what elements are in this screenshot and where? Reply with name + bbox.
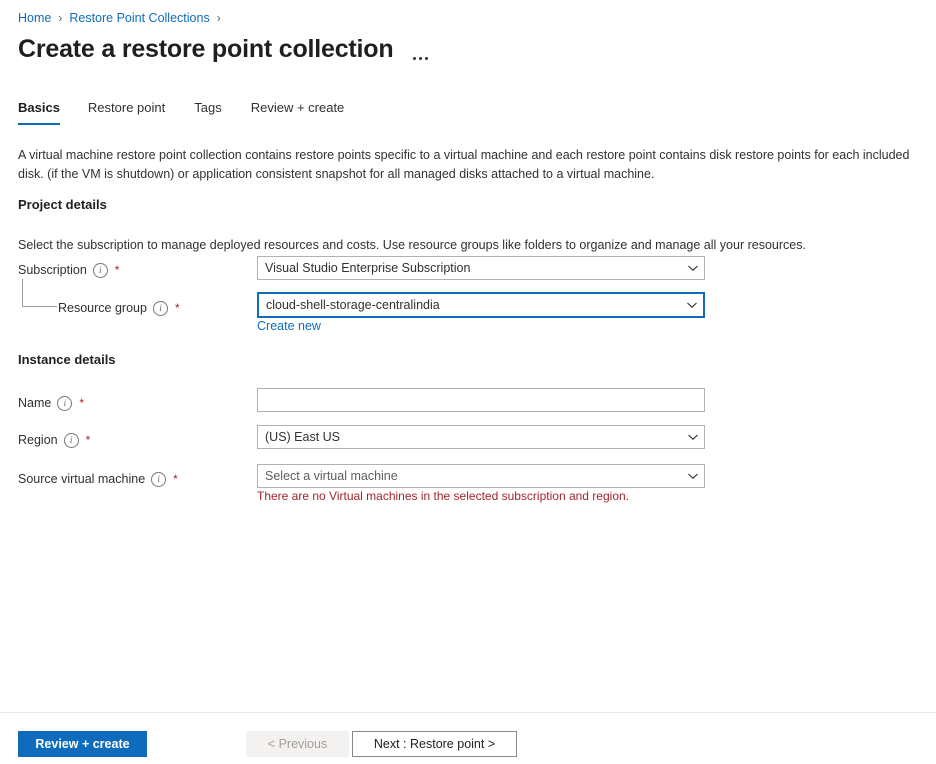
source-virtual-machine-dropdown-value: Select a virtual machine [265,467,681,485]
tab-tags[interactable]: Tags [194,99,236,125]
chevron-down-icon [687,262,699,274]
info-icon[interactable]: i [57,396,72,411]
region-dropdown-value: (US) East US [265,428,681,446]
resource-group-dropdown[interactable]: cloud-shell-storage-centralindia [257,292,705,318]
dot-icon [419,57,422,60]
breadcrumb-item-restore-point-collections[interactable]: Restore Point Collections [69,10,209,26]
info-icon[interactable]: i [93,263,108,278]
breadcrumb-separator-icon: › [58,10,62,26]
label-name: Name i * [18,394,84,412]
wizard-tablist: Basics Restore point Tags Review + creat… [18,99,373,125]
required-asterisk: * [79,397,84,409]
page-title: Create a restore point collection [18,33,393,65]
required-asterisk: * [173,473,178,485]
section-subtext-project-details: Select the subscription to manage deploy… [18,236,806,254]
label-source-virtual-machine-text: Source virtual machine [18,470,145,488]
breadcrumb-separator-icon: › [217,10,221,26]
wizard-footer: Review + create < Previous Next : Restor… [0,713,936,764]
label-region-text: Region [18,431,58,449]
dot-icon [413,57,416,60]
info-icon[interactable]: i [153,301,168,316]
required-asterisk: * [86,434,91,446]
label-source-virtual-machine: Source virtual machine i * [18,470,178,488]
tab-review-create[interactable]: Review + create [251,99,360,125]
previous-button: < Previous [246,731,349,757]
label-name-text: Name [18,394,51,412]
chevron-down-icon [686,299,698,311]
required-asterisk: * [115,264,120,276]
next-restore-point-button[interactable]: Next : Restore point > [352,731,517,757]
more-commands-icon[interactable] [413,34,428,65]
chevron-down-icon [687,470,699,482]
subscription-dropdown-value: Visual Studio Enterprise Subscription [265,259,681,277]
required-asterisk: * [175,302,180,314]
page-description: A virtual machine restore point collecti… [18,146,936,184]
source-virtual-machine-dropdown[interactable]: Select a virtual machine [257,464,705,488]
label-subscription-text: Subscription [18,261,87,279]
source-virtual-machine-error-message: There are no Virtual machines in the sel… [257,488,629,504]
create-new-resource-group-link[interactable]: Create new [257,318,321,334]
breadcrumb-item-home[interactable]: Home [18,10,51,26]
section-heading-project-details: Project details [18,197,107,212]
label-resource-group: Resource group i * [58,299,180,317]
label-resource-group-text: Resource group [58,299,147,317]
tab-restore-point[interactable]: Restore point [88,99,180,125]
label-subscription: Subscription i * [18,261,119,279]
review-create-button[interactable]: Review + create [18,731,147,757]
info-icon[interactable]: i [64,433,79,448]
section-heading-instance-details: Instance details [18,352,116,367]
dot-icon [425,57,428,60]
label-region: Region i * [18,431,90,449]
tab-basics[interactable]: Basics [18,99,70,125]
name-input[interactable] [257,388,705,412]
chevron-down-icon [687,431,699,443]
breadcrumb: Home › Restore Point Collections › [18,10,221,26]
region-dropdown[interactable]: (US) East US [257,425,705,449]
subscription-dropdown[interactable]: Visual Studio Enterprise Subscription [257,256,705,280]
page-header: Create a restore point collection [18,33,428,65]
resource-group-dropdown-value: cloud-shell-storage-centralindia [266,296,680,314]
info-icon[interactable]: i [151,472,166,487]
